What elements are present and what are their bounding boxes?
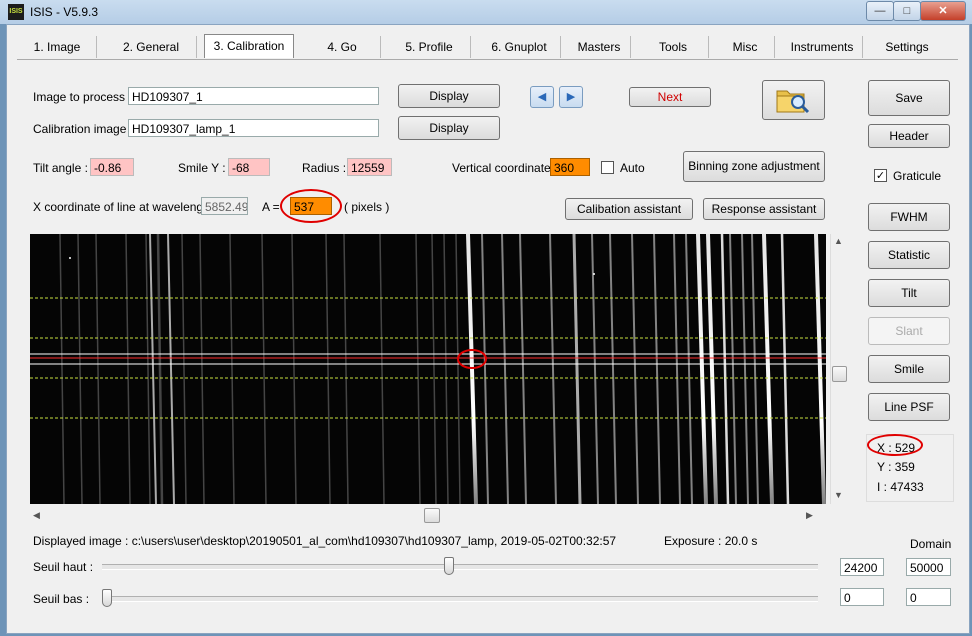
vertical-coordinate-field[interactable]: 360 (550, 158, 590, 176)
scroll-left-icon[interactable]: ◀ (33, 510, 40, 521)
fwhm-button[interactable]: FWHM (868, 203, 950, 231)
calibration-assistant-button[interactable]: Calibation assistant (565, 198, 693, 220)
horizontal-scrollbar[interactable]: ◀ ▶ (30, 507, 820, 524)
seuil-bas-field[interactable]: 0 (840, 588, 884, 606)
statistic-button[interactable]: Statistic (868, 241, 950, 269)
next-button[interactable]: Next (629, 87, 711, 107)
readout-intensity: I : 47433 (877, 480, 924, 494)
seuil-haut-label: Seuil haut : (33, 560, 94, 574)
display-image-button[interactable]: Display (398, 84, 500, 108)
smile-y-label: Smile Y : (178, 161, 226, 175)
scroll-down-icon[interactable]: ▼ (834, 490, 843, 500)
window-title-bar: ISIS ISIS - V5.9.3 — □ ✕ (0, 0, 972, 24)
graticule-checkbox[interactable]: ✓ (874, 169, 887, 182)
seuil-haut-slider[interactable] (102, 557, 818, 575)
slant-button[interactable]: Slant (868, 317, 950, 345)
tab-bar: 1. Image 2. General 3. Calibration 4. Go… (18, 34, 956, 60)
folder-search-icon (776, 90, 809, 114)
scroll-right-icon[interactable]: ▶ (806, 510, 813, 521)
tab-instruments[interactable]: Instruments (782, 36, 863, 58)
domain-high-field[interactable]: 50000 (906, 558, 951, 576)
auto-checkbox[interactable] (601, 161, 614, 174)
cursor-readout: X : 529 Y : 359 I : 47433 (866, 434, 954, 502)
seuil-bas-slider[interactable] (102, 589, 818, 607)
tab-calibration[interactable]: 3. Calibration (204, 34, 294, 58)
close-icon[interactable]: ✕ (920, 1, 966, 21)
minimize-icon[interactable]: — (866, 1, 894, 21)
calibration-image-label: Calibration image : (33, 122, 134, 136)
seuil-bas-track (102, 596, 818, 602)
tilt-angle-field[interactable]: -0.86 (90, 158, 134, 176)
tab-profile[interactable]: 5. Profile (388, 36, 471, 58)
display-calibration-button[interactable]: Display (398, 116, 500, 140)
tilt-button[interactable]: Tilt (868, 279, 950, 307)
radius-label: Radius : (302, 161, 347, 175)
auto-label: Auto (620, 161, 645, 175)
scroll-up-icon[interactable]: ▲ (834, 236, 843, 246)
pixels-unit-label: ( pixels ) (344, 200, 390, 214)
browse-folder-button[interactable] (762, 80, 825, 120)
spectrum-canvas (30, 234, 826, 504)
readout-highlight-ring (867, 434, 923, 456)
previous-arrow-icon[interactable]: ◀ (530, 86, 554, 108)
vertical-coordinate-label: Vertical coordinate : (452, 161, 558, 175)
image-to-process-label: Image to process : (33, 90, 132, 104)
header-button[interactable]: Header (868, 124, 950, 148)
save-button[interactable]: Save (868, 80, 950, 116)
next-arrow-icon[interactable]: ▶ (559, 86, 583, 108)
tab-image[interactable]: 1. Image (18, 36, 97, 58)
tab-panel-border (17, 59, 958, 60)
smile-button[interactable]: Smile (868, 355, 950, 383)
x-coordinate-label: X coordinate of line at wavelength (33, 200, 214, 214)
vertical-scroll-thumb[interactable] (832, 366, 847, 382)
tab-go[interactable]: 4. Go (304, 36, 381, 58)
domain-label: Domain (910, 537, 952, 551)
horizontal-scroll-thumb[interactable] (424, 508, 440, 523)
displayed-image-path: Displayed image : c:\users\user\desktop\… (33, 534, 617, 548)
seuil-bas-thumb[interactable] (102, 589, 112, 607)
smile-y-field[interactable]: -68 (228, 158, 270, 176)
seuil-bas-label: Seuil bas : (33, 592, 90, 606)
a-equals-label: A = (262, 200, 280, 214)
highlight-ring (280, 189, 342, 223)
seuil-haut-thumb[interactable] (443, 557, 454, 575)
exposure-label: Exposure : 20.0 s (664, 534, 758, 548)
maximize-icon[interactable]: □ (893, 1, 921, 21)
app-icon: ISIS (8, 4, 24, 20)
line-psf-button[interactable]: Line PSF (868, 393, 950, 421)
vertical-scrollbar[interactable]: ▲ ▼ (830, 234, 848, 504)
calibration-image-field[interactable]: HD109307_lamp_1 (128, 119, 379, 137)
tab-gnuplot[interactable]: 6. Gnuplot (478, 36, 561, 58)
readout-y: Y : 359 (877, 460, 915, 474)
domain-low-field[interactable]: 0 (906, 588, 951, 606)
response-assistant-button[interactable]: Response assistant (703, 198, 825, 220)
graticule-label: Graticule (893, 169, 942, 183)
seuil-haut-field[interactable]: 24200 (840, 558, 884, 576)
binning-zone-button[interactable]: Binning zone adjustment (683, 151, 825, 182)
tab-tools[interactable]: Tools (638, 36, 709, 58)
tab-masters[interactable]: Masters (568, 36, 631, 58)
wavelength-field[interactable]: 5852.49 (201, 197, 248, 215)
image-to-process-field[interactable]: HD109307_1 (128, 87, 379, 105)
spectrum-image[interactable] (30, 234, 826, 504)
radius-field[interactable]: 12559 (347, 158, 392, 176)
tilt-angle-label: Tilt angle : (33, 161, 88, 175)
tab-settings[interactable]: Settings (870, 36, 944, 58)
seuil-haut-track (102, 564, 818, 570)
tab-misc[interactable]: Misc (716, 36, 775, 58)
tab-general[interactable]: 2. General (106, 36, 197, 58)
window-title: ISIS - V5.9.3 (30, 5, 99, 19)
